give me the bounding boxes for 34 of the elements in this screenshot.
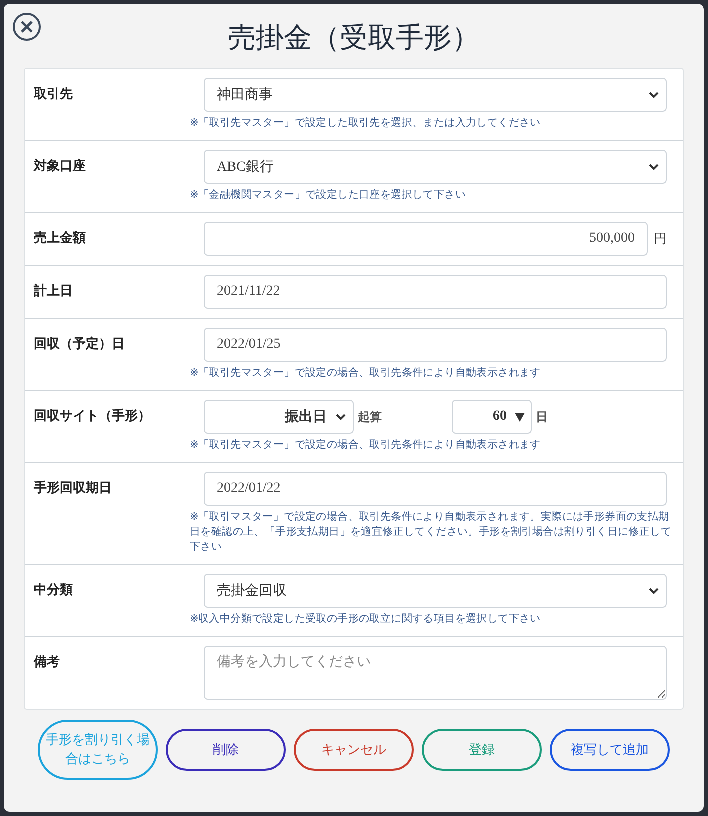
hint-text: ※「取引先マスター」で設定の場合、取引先条件により自動表示されます <box>190 366 542 381</box>
dialog-title: 売掛金（受取手形） <box>228 20 480 56</box>
close-icon[interactable] <box>12 12 42 42</box>
action-button[interactable]: キャンセル <box>294 729 414 771</box>
select-field[interactable]: ABC銀行 <box>204 150 667 184</box>
hint-text: ※「金融機関マスター」で設定した口座を選択して下さい <box>190 188 467 203</box>
hint-text: ※収入中分類で設定した受取の手形の取立に関する項目を選択して下さい <box>190 612 542 627</box>
date-field[interactable]: 2021/11/22 <box>204 275 667 309</box>
field-label: 回収サイト（手形） <box>34 408 151 426</box>
notes-field[interactable]: 備考を入力してください <box>204 646 667 700</box>
hint-text: ※「取引先マスター」で設定した取引先を選択、または入力してください <box>190 116 542 131</box>
date-field[interactable]: 2022/01/25 <box>204 328 667 362</box>
field-label: 回収（予定）日 <box>34 336 125 354</box>
unit-label: 円 <box>654 231 667 248</box>
amount-field[interactable]: 500,000 <box>204 222 648 256</box>
field-label: 中分類 <box>34 582 73 600</box>
select-field[interactable]: 振出日 <box>204 400 354 434</box>
field-label: 計上日 <box>34 282 73 301</box>
suffix-label: 日 <box>536 408 548 426</box>
date-field[interactable]: 2022/01/22 <box>204 472 667 506</box>
action-button[interactable]: 複写して追加 <box>550 729 670 771</box>
field-label: 備考 <box>34 654 60 672</box>
field-label: 取引先 <box>34 86 73 104</box>
select-field[interactable]: 売掛金回収 <box>204 574 667 608</box>
select-field[interactable]: 60 <box>452 400 532 434</box>
hint-text: ※「取引マスター」で設定の場合、取引先条件により自動表示されます。実際には手形券面の支払期日を確認の上、「手形支払期日」を適宜修正してください。手形を割引場合は割り引く日に修正して下さい <box>190 510 673 555</box>
field-label: 売上金額 <box>34 230 86 248</box>
caret-icon <box>515 412 525 422</box>
field-label: 対象口座 <box>34 158 86 176</box>
select-field[interactable]: 神田商事 <box>204 78 667 112</box>
hint-text: ※「取引先マスター」で設定の場合、取引先条件により自動表示されます <box>190 438 542 453</box>
field-label: 手形回収期日 <box>34 480 112 498</box>
suffix-label: 起算 <box>358 408 382 426</box>
action-button[interactable]: 削除 <box>166 729 286 771</box>
